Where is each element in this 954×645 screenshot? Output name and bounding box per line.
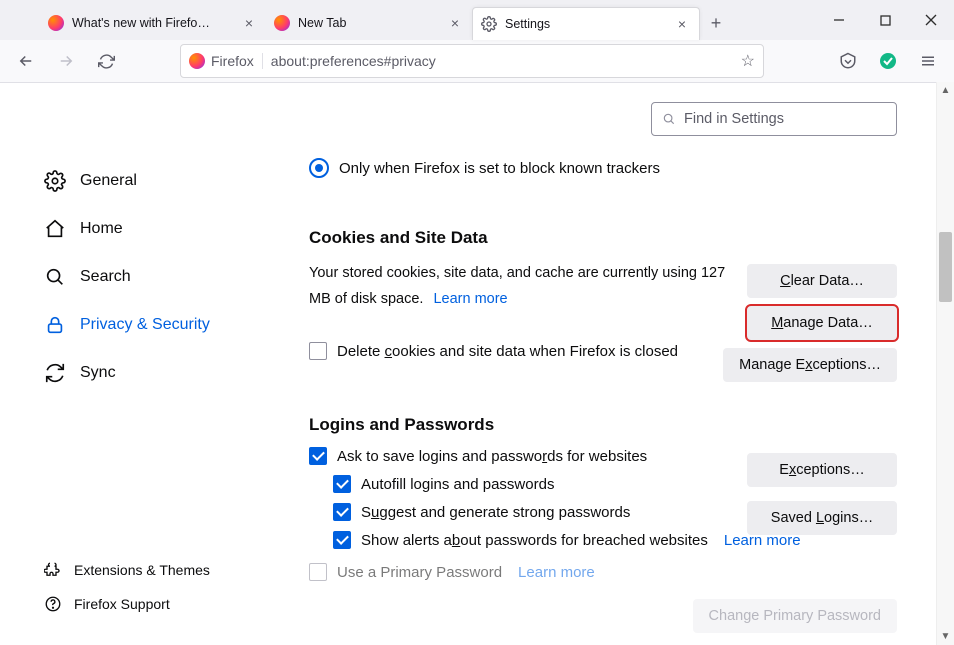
search-placeholder: Find in Settings	[684, 111, 784, 127]
tab-whats-new[interactable]: What's new with Firefox - Mor ×	[40, 7, 266, 39]
home-icon	[44, 218, 66, 240]
checkbox-checked-icon	[333, 503, 351, 521]
find-in-settings[interactable]: Find in Settings	[651, 102, 897, 136]
scrollbar-thumb[interactable]	[939, 232, 952, 302]
checkbox-label: Delete cookies and site data when Firefo…	[337, 343, 678, 360]
maximize-button[interactable]	[862, 0, 908, 40]
manage-data-button[interactable]: Manage Data…	[747, 306, 897, 340]
settings-main: Find in Settings Only when Firefox is se…	[289, 82, 937, 645]
minimize-button[interactable]	[816, 0, 862, 40]
sidebar-label: Firefox Support	[74, 596, 170, 612]
firefox-icon	[48, 15, 64, 31]
tab-settings[interactable]: Settings ×	[472, 7, 700, 40]
close-icon[interactable]: ×	[446, 15, 464, 31]
sidebar-label: Sync	[80, 364, 116, 382]
titlebar: What's new with Firefox - Mor × New Tab …	[0, 0, 954, 40]
sidebar-item-sync[interactable]: Sync	[44, 349, 289, 397]
extension-icon[interactable]	[872, 45, 904, 77]
cookies-learn-more-link[interactable]: Learn more	[433, 291, 507, 307]
identity-badge: Firefox	[189, 53, 263, 69]
checkbox-checked-icon	[333, 531, 351, 549]
sync-icon	[44, 362, 66, 384]
cookies-desc: Your stored cookies, site data, and cach…	[309, 260, 749, 312]
radio-label: Only when Firefox is set to block known …	[339, 160, 660, 177]
sidebar-label: Extensions & Themes	[74, 562, 210, 578]
sidebar-label: Search	[80, 268, 131, 286]
lock-icon	[44, 314, 66, 336]
checkbox-unchecked-icon	[309, 563, 327, 581]
puzzle-icon	[44, 561, 62, 579]
logins-exceptions-button[interactable]: Exceptions…	[747, 453, 897, 487]
search-icon	[662, 112, 676, 126]
toolbar: Firefox about:preferences#privacy ☆	[0, 40, 954, 83]
gear-icon	[44, 170, 66, 192]
sidebar-label: Home	[80, 220, 123, 238]
bookmark-star-icon[interactable]: ☆	[741, 51, 755, 71]
close-icon[interactable]: ×	[240, 15, 258, 31]
checkbox-checked-icon	[333, 475, 351, 493]
checkbox-checked-icon	[309, 447, 327, 465]
sidebar-extensions[interactable]: Extensions & Themes	[44, 553, 210, 587]
checkbox-label: Suggest and generate strong passwords	[361, 504, 630, 521]
help-icon	[44, 595, 62, 613]
sidebar-support[interactable]: Firefox Support	[44, 587, 210, 621]
app-menu-button[interactable]	[912, 45, 944, 77]
address-bar[interactable]: Firefox about:preferences#privacy ☆	[180, 44, 764, 78]
clear-data-button[interactable]: Clear Data…	[747, 264, 897, 298]
forward-button[interactable]	[50, 45, 82, 77]
search-icon	[44, 266, 66, 288]
change-primary-password-button[interactable]: Change Primary Password	[693, 599, 897, 633]
reload-button[interactable]	[90, 45, 122, 77]
tracking-radio-row[interactable]: Only when Firefox is set to block known …	[309, 158, 897, 178]
checkbox-label: Ask to save logins and passwords for web…	[337, 448, 647, 465]
tab-new-tab[interactable]: New Tab ×	[266, 7, 472, 39]
sidebar-item-general[interactable]: General	[44, 157, 289, 205]
saved-logins-button[interactable]: Saved Logins…	[747, 501, 897, 535]
new-tab-button[interactable]: +	[700, 13, 732, 34]
radio-checked-icon	[309, 158, 329, 178]
sidebar-item-home[interactable]: Home	[44, 205, 289, 253]
checkbox-unchecked-icon	[309, 342, 327, 360]
scrollbar-vertical[interactable]: ▲ ▼	[936, 82, 954, 645]
close-icon[interactable]: ×	[673, 16, 691, 32]
firefox-icon	[274, 15, 290, 31]
manage-exceptions-button[interactable]: Manage Exceptions…	[723, 348, 897, 382]
settings-sidebar: General Home Search Privacy & Security	[0, 82, 289, 645]
win-close-button[interactable]	[908, 0, 954, 40]
logins-heading: Logins and Passwords	[309, 415, 897, 435]
scroll-down-icon[interactable]: ▼	[937, 628, 954, 645]
scroll-up-icon[interactable]: ▲	[937, 82, 954, 99]
tab-label: What's new with Firefox - Mor	[72, 16, 212, 30]
primary-password-checkbox[interactable]: Use a Primary Password Learn more	[309, 563, 897, 581]
back-button[interactable]	[10, 45, 42, 77]
checkbox-label: Use a Primary Password	[337, 564, 502, 581]
cookies-heading: Cookies and Site Data	[309, 228, 897, 248]
tab-label: Settings	[505, 17, 550, 31]
sidebar-item-privacy[interactable]: Privacy & Security	[44, 301, 289, 349]
primary-learn-more-link[interactable]: Learn more	[518, 564, 595, 581]
sidebar-item-search[interactable]: Search	[44, 253, 289, 301]
sidebar-label: Privacy & Security	[80, 316, 210, 334]
tab-label: New Tab	[298, 16, 346, 30]
checkbox-label: Show alerts about passwords for breached…	[361, 532, 708, 549]
url-text: about:preferences#privacy	[271, 53, 733, 69]
checkbox-label: Autofill logins and passwords	[361, 476, 554, 493]
gear-icon	[481, 16, 497, 32]
pocket-icon[interactable]	[832, 45, 864, 77]
sidebar-label: General	[80, 172, 137, 190]
